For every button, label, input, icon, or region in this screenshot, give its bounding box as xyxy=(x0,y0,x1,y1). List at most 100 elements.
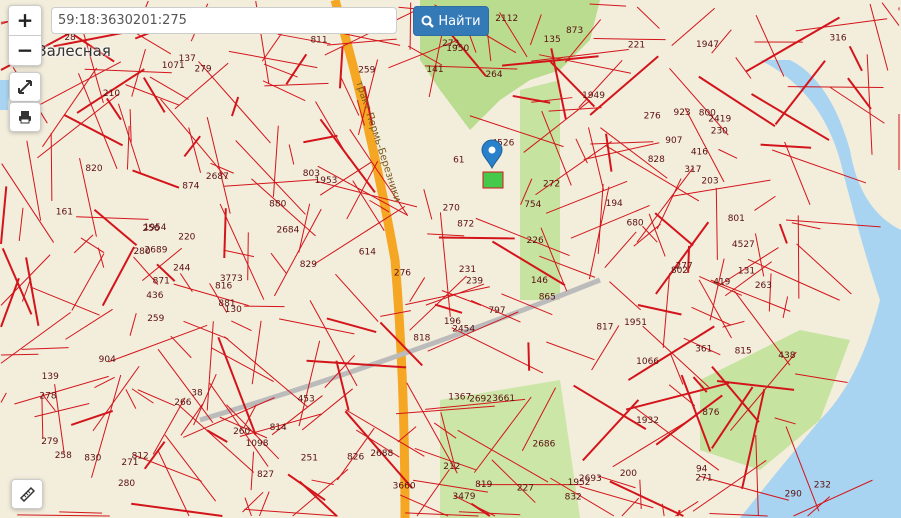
parcel-number-label: 251 xyxy=(301,454,318,464)
parcel-boundary xyxy=(439,212,451,317)
parcel-boundary xyxy=(247,232,249,281)
parcel-boundary xyxy=(26,140,42,221)
cadastral-map[interactable]: 276 244 28 290 1071 94 1098 1947 1949 419 3660 316 3… xyxy=(0,0,901,518)
parcel-number-label: 203 xyxy=(701,177,718,187)
parcel-number-label: 873 xyxy=(566,26,583,36)
parcel-boundary xyxy=(612,418,692,468)
parcel-boundary xyxy=(0,353,39,356)
parcel-boundary xyxy=(71,253,105,311)
parcel-boundary xyxy=(84,68,172,74)
parcel-number-label: 680 xyxy=(626,218,643,228)
map-canvas[interactable]: 2762442829010719410981947194941936603163… xyxy=(0,0,901,518)
selected-parcel[interactable] xyxy=(482,171,504,189)
parcel-number-label: 61 xyxy=(453,156,464,166)
parcel-boundary xyxy=(309,300,358,387)
parcel-boundary xyxy=(609,281,642,311)
parcel-boundary xyxy=(129,109,132,143)
parcel-number-label: 258 xyxy=(55,451,72,461)
parcel-number-label: 135 xyxy=(544,35,561,45)
fullscreen-button[interactable] xyxy=(9,72,41,102)
parcel-boundary xyxy=(206,116,231,214)
parcel-boundary xyxy=(42,67,98,148)
ruler-icon xyxy=(19,486,35,502)
parcel-number-label: 797 xyxy=(488,306,505,316)
parcel-boundary xyxy=(261,29,285,62)
parcel-number-label: 826 xyxy=(347,453,364,463)
search-button-label: Найти xyxy=(438,13,481,29)
parcel-boundary xyxy=(170,335,192,359)
parcel-boundary xyxy=(847,77,872,110)
parcel-boundary xyxy=(754,195,776,211)
parcel-boundary xyxy=(41,397,44,439)
parcel-boundary xyxy=(338,46,344,89)
parcel-boundary xyxy=(0,392,7,403)
location-marker-icon[interactable] xyxy=(481,139,503,170)
parcel-number-label: 2686 xyxy=(532,440,555,450)
zoom-out-button[interactable]: − xyxy=(9,35,41,65)
parcel-number-label: 2687 xyxy=(206,172,229,182)
parcel-boundary xyxy=(438,236,515,240)
parcel-boundary xyxy=(37,93,120,159)
print-button[interactable] xyxy=(9,102,41,132)
parcel-number-label: 1951 xyxy=(624,318,647,328)
parcel-number-label: 816 xyxy=(215,281,232,291)
parcel-number-label: 923 xyxy=(673,108,690,118)
parcel-boundary xyxy=(735,57,752,79)
parcel-number-label: 271 xyxy=(695,474,712,484)
parcel-boundary xyxy=(718,148,738,159)
parcel-boundary xyxy=(173,283,249,307)
parcel-number-label: 818 xyxy=(413,333,430,343)
parcel-number-label: 754 xyxy=(524,200,541,210)
parcel-number-label: 317 xyxy=(684,165,701,175)
parcel-number-label: 865 xyxy=(539,293,556,303)
parcel-number-label: 220 xyxy=(178,233,195,243)
parcel-number-label: 200 xyxy=(620,469,637,479)
ruler-button[interactable] xyxy=(11,479,43,509)
parcel-boundary xyxy=(335,273,379,322)
parcel-number-label: 880 xyxy=(269,200,286,210)
parcel-boundary xyxy=(94,376,115,388)
parcel-number-label: 2684 xyxy=(276,225,299,235)
parcel-number-label: 264 xyxy=(485,70,502,80)
parcel-number-label: 146 xyxy=(531,276,548,286)
parcel-boundary xyxy=(639,479,642,510)
parcel-number-label: 416 xyxy=(691,147,708,157)
parcel-boundary xyxy=(117,103,142,175)
parcel-boundary xyxy=(244,497,252,517)
parcel-boundary xyxy=(796,243,852,295)
zoom-control: + − xyxy=(8,5,42,66)
parcel-boundary xyxy=(285,53,308,85)
parcel-number-label: 801 xyxy=(728,214,745,224)
parcel-number-label: 1098 xyxy=(246,439,269,449)
search-button[interactable]: Найти xyxy=(413,6,489,36)
parcel-number-label: 436 xyxy=(146,291,163,301)
parcel-boundary xyxy=(709,258,725,321)
parcel-number-label: 1947 xyxy=(696,40,719,50)
parcel-number-label: 1949 xyxy=(582,91,605,101)
parcel-boundary xyxy=(132,169,180,189)
parcel-number-label: 270 xyxy=(443,203,460,213)
parcel-number-label: 907 xyxy=(665,136,682,146)
parcel-number-label: 278 xyxy=(39,391,56,401)
parcel-number-label: 819 xyxy=(475,480,492,490)
parcel-boundary xyxy=(131,388,154,404)
parcel-boundary xyxy=(125,389,137,409)
parcel-boundary xyxy=(183,320,229,340)
parcel-boundary xyxy=(546,341,595,361)
parcel-boundary xyxy=(768,273,772,312)
parcel-number-label: 876 xyxy=(702,408,719,418)
parcel-number-label: 1367 xyxy=(448,393,471,403)
parcel-boundary xyxy=(108,324,208,363)
zoom-in-button[interactable]: + xyxy=(9,6,41,35)
parcel-boundary xyxy=(722,320,745,328)
parcel-boundary xyxy=(715,187,718,260)
parcel-number-label: 361 xyxy=(695,344,712,354)
parcel-boundary xyxy=(311,479,334,486)
search-input[interactable] xyxy=(51,7,397,34)
parcel-boundary xyxy=(669,67,729,136)
parcel-boundary xyxy=(209,382,269,467)
parcel-boundary xyxy=(76,216,149,220)
parcel-number-label: 259 xyxy=(358,65,375,75)
parcel-boundary xyxy=(795,18,888,32)
parcel-boundary xyxy=(224,336,308,408)
